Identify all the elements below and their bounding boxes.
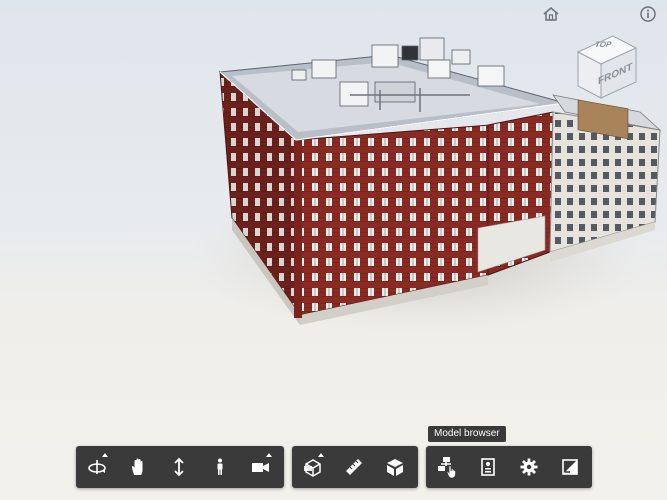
- camera-button[interactable]: [240, 446, 281, 488]
- properties-icon: [480, 458, 495, 476]
- orbit-flyout-caret[interactable]: [102, 453, 108, 457]
- model-browser-icon: [437, 457, 456, 479]
- measure-icon: [345, 459, 362, 475]
- section-flyout-caret[interactable]: [318, 453, 324, 457]
- first-person-button[interactable]: [199, 446, 240, 488]
- home-icon: [543, 7, 559, 21]
- first-person-icon: [217, 458, 222, 475]
- orbit-button[interactable]: [76, 446, 117, 488]
- explode-button[interactable]: [374, 446, 415, 488]
- camera-icon: [251, 463, 269, 472]
- modeling-toolbar: [292, 446, 418, 488]
- explode-icon: [386, 459, 403, 476]
- navigation-toolbar: [76, 446, 284, 488]
- fullscreen-button[interactable]: [549, 446, 590, 488]
- pan-button[interactable]: [117, 446, 158, 488]
- zoom-button[interactable]: [158, 446, 199, 488]
- camera-flyout-caret[interactable]: [266, 453, 272, 457]
- fullscreen-icon: [561, 459, 578, 475]
- measure-button[interactable]: [333, 446, 374, 488]
- info-button[interactable]: [638, 4, 658, 24]
- pan-icon: [131, 458, 142, 475]
- properties-button[interactable]: [467, 446, 508, 488]
- section-icon: [303, 459, 321, 477]
- settings-icon: [520, 458, 537, 476]
- orbit-icon: [87, 460, 106, 474]
- home-button[interactable]: [541, 4, 561, 24]
- info-icon: [640, 6, 656, 22]
- viewcube-top-label[interactable]: TOP: [593, 40, 613, 49]
- section-button[interactable]: [292, 446, 333, 488]
- model-viewport[interactable]: [0, 0, 667, 500]
- settings-toolbar: [426, 446, 592, 488]
- model-browser-button[interactable]: [426, 446, 467, 488]
- settings-button[interactable]: [508, 446, 549, 488]
- zoom-icon: [173, 457, 184, 477]
- model-browser-tooltip: Model browser: [428, 426, 506, 442]
